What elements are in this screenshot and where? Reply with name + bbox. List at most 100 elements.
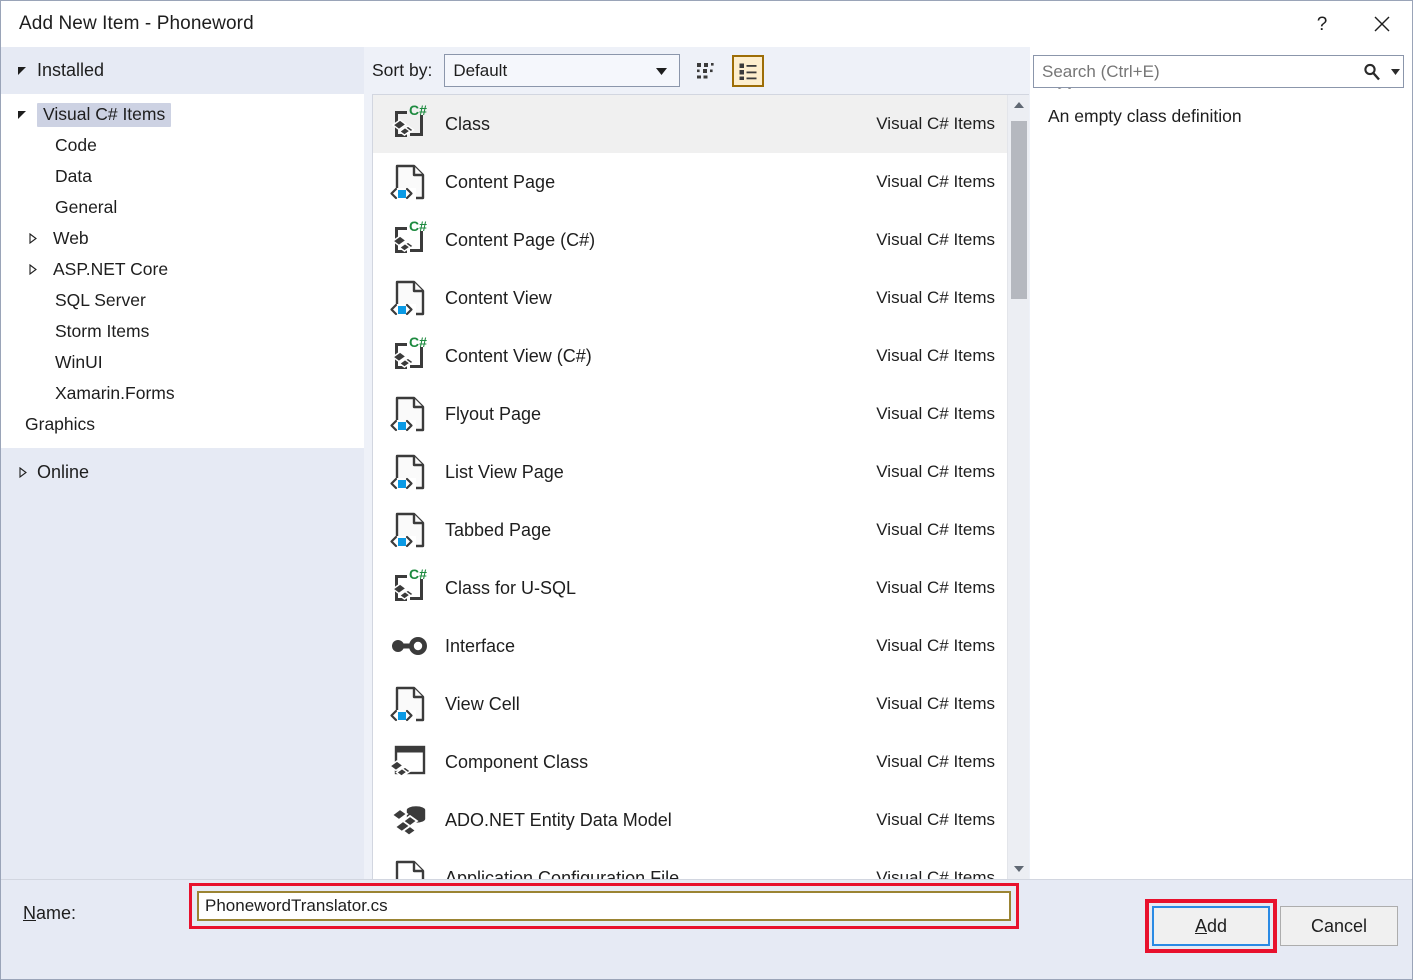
list-vertical-scrollbar[interactable] xyxy=(1007,95,1029,879)
list-item[interactable]: ADO.NET Entity Data ModelVisual C# Items xyxy=(373,791,1007,849)
list-item-name: ADO.NET Entity Data Model xyxy=(445,810,876,831)
interface-icon xyxy=(385,622,433,670)
template-list-panel: Sort by: Default xyxy=(364,47,1029,879)
list-item-category: Visual C# Items xyxy=(876,636,1007,656)
list-item-name: View Cell xyxy=(445,694,876,715)
list-item-category: Visual C# Items xyxy=(876,230,1007,250)
list-item-name: Content View (C#) xyxy=(445,346,876,367)
xaml-page-icon xyxy=(387,160,431,204)
list-item-category: Visual C# Items xyxy=(876,578,1007,598)
list-item-category: Visual C# Items xyxy=(876,694,1007,714)
list-item[interactable]: Tabbed PageVisual C# Items xyxy=(373,501,1007,559)
search-input[interactable] xyxy=(1034,61,1357,83)
name-label-accel: N xyxy=(23,903,36,923)
dialog-footer: Name: Add Cancel xyxy=(1,879,1412,979)
csharp-class-icon: C# xyxy=(385,216,433,264)
tree-group-online[interactable]: Online xyxy=(1,448,364,496)
xaml-page-icon xyxy=(385,680,433,728)
svg-text:C#: C# xyxy=(409,334,427,350)
chevron-down-icon xyxy=(656,62,667,80)
details-panel: Type:Visual C# Items An empty class defi… xyxy=(1029,47,1412,879)
xaml-page-icon xyxy=(385,158,433,206)
add-button[interactable]: Add xyxy=(1152,906,1270,946)
tree-item-label: Web xyxy=(47,227,95,251)
list-item[interactable]: Content ViewVisual C# Items xyxy=(373,269,1007,327)
tree-items: Visual C# Items Code Data General Web xyxy=(1,94,364,448)
title-bar-buttons: ? xyxy=(1292,1,1412,47)
tree-item-xamarin-forms[interactable]: Xamarin.Forms xyxy=(1,378,364,409)
tree-item-sql-server[interactable]: SQL Server xyxy=(1,285,364,316)
list-item-name: Content Page xyxy=(445,172,876,193)
list-item[interactable]: Component ClassVisual C# Items xyxy=(373,733,1007,791)
interface-icon xyxy=(387,624,431,668)
list-item-name: Class xyxy=(445,114,876,135)
add-new-item-dialog: Add New Item - Phoneword ? In xyxy=(0,0,1413,980)
ado-net-entity-icon xyxy=(385,796,433,844)
tree-item-label: General xyxy=(49,196,123,220)
scroll-down-button[interactable] xyxy=(1008,859,1029,879)
list-toolbar: Sort by: Default xyxy=(364,47,1029,94)
list-item-name: Flyout Page xyxy=(445,404,876,425)
chevron-down-icon xyxy=(13,109,31,120)
tree-item-web[interactable]: Web xyxy=(1,223,364,254)
list-item[interactable]: Flyout PageVisual C# Items xyxy=(373,385,1007,443)
svg-text:C#: C# xyxy=(409,566,427,582)
csharp-class-icon: C# xyxy=(387,102,431,146)
tree-group-online-label: Online xyxy=(37,462,89,483)
search-box[interactable] xyxy=(1033,55,1404,88)
list-item[interactable]: C# ClassVisual C# Items xyxy=(373,95,1007,153)
list-item[interactable]: InterfaceVisual C# Items xyxy=(373,617,1007,675)
tree-item-aspnet-core[interactable]: ASP.NET Core xyxy=(1,254,364,285)
list-item[interactable]: Application Configuration FileVisual C# … xyxy=(373,849,1007,879)
list-item[interactable]: List View PageVisual C# Items xyxy=(373,443,1007,501)
list-item[interactable]: C#Content Page (C#)Visual C# Items xyxy=(373,211,1007,269)
list-item-name: Interface xyxy=(445,636,876,657)
tree-group-installed[interactable]: Installed xyxy=(1,47,364,94)
xaml-page-icon xyxy=(387,392,431,436)
template-list-container: C#ClassVisual C# Items Content PageVisua… xyxy=(372,94,1029,879)
config-file-icon xyxy=(387,856,431,879)
tree-item-label: ASP.NET Core xyxy=(47,258,174,282)
list-view-button[interactable] xyxy=(732,55,764,87)
close-icon xyxy=(1373,15,1391,33)
scrollbar-track[interactable] xyxy=(1008,115,1029,859)
tree-item-visual-csharp-items[interactable]: Visual C# Items xyxy=(1,99,364,130)
tree-item-label: Graphics xyxy=(19,413,101,437)
template-list[interactable]: C#ClassVisual C# Items Content PageVisua… xyxy=(373,95,1007,879)
csharp-class-icon: C# xyxy=(385,100,433,148)
list-item[interactable]: C#Class for U-SQLVisual C# Items xyxy=(373,559,1007,617)
cancel-button-label: Cancel xyxy=(1311,916,1367,937)
tree-item-graphics[interactable]: Graphics xyxy=(1,409,364,440)
list-item-category: Visual C# Items xyxy=(876,114,1007,134)
close-button[interactable] xyxy=(1352,1,1412,47)
list-item-category: Visual C# Items xyxy=(876,752,1007,772)
cancel-button[interactable]: Cancel xyxy=(1280,906,1398,946)
svg-text:?: ? xyxy=(1317,14,1328,35)
xaml-page-icon xyxy=(385,448,433,496)
tree-item-general[interactable]: General xyxy=(1,192,364,223)
add-button-rest: dd xyxy=(1207,916,1227,937)
scroll-up-button[interactable] xyxy=(1008,95,1029,115)
tile-view-button[interactable] xyxy=(690,55,722,87)
tree-item-code[interactable]: Code xyxy=(1,130,364,161)
xaml-page-icon xyxy=(387,276,431,320)
caret-down-icon xyxy=(1013,865,1025,873)
sort-by-select[interactable]: Default xyxy=(444,54,680,87)
tree-item-storm-items[interactable]: Storm Items xyxy=(1,316,364,347)
xaml-page-icon xyxy=(385,390,433,438)
list-item[interactable]: View CellVisual C# Items xyxy=(373,675,1007,733)
scrollbar-thumb[interactable] xyxy=(1011,121,1027,299)
list-item[interactable]: Content PageVisual C# Items xyxy=(373,153,1007,211)
tree-item-data[interactable]: Data xyxy=(1,161,364,192)
grid-view-icon xyxy=(696,61,716,81)
list-item-category: Visual C# Items xyxy=(876,404,1007,424)
csharp-class-icon: C# xyxy=(387,566,431,610)
list-item[interactable]: C#Content View (C#)Visual C# Items xyxy=(373,327,1007,385)
list-item-name: List View Page xyxy=(445,462,876,483)
tree-item-winui[interactable]: WinUI xyxy=(1,347,364,378)
search-dropdown-button[interactable] xyxy=(1387,69,1403,75)
name-input[interactable] xyxy=(197,891,1011,921)
chevron-down-icon xyxy=(1391,69,1400,75)
list-item-category: Visual C# Items xyxy=(876,520,1007,540)
help-button[interactable]: ? xyxy=(1292,1,1352,47)
